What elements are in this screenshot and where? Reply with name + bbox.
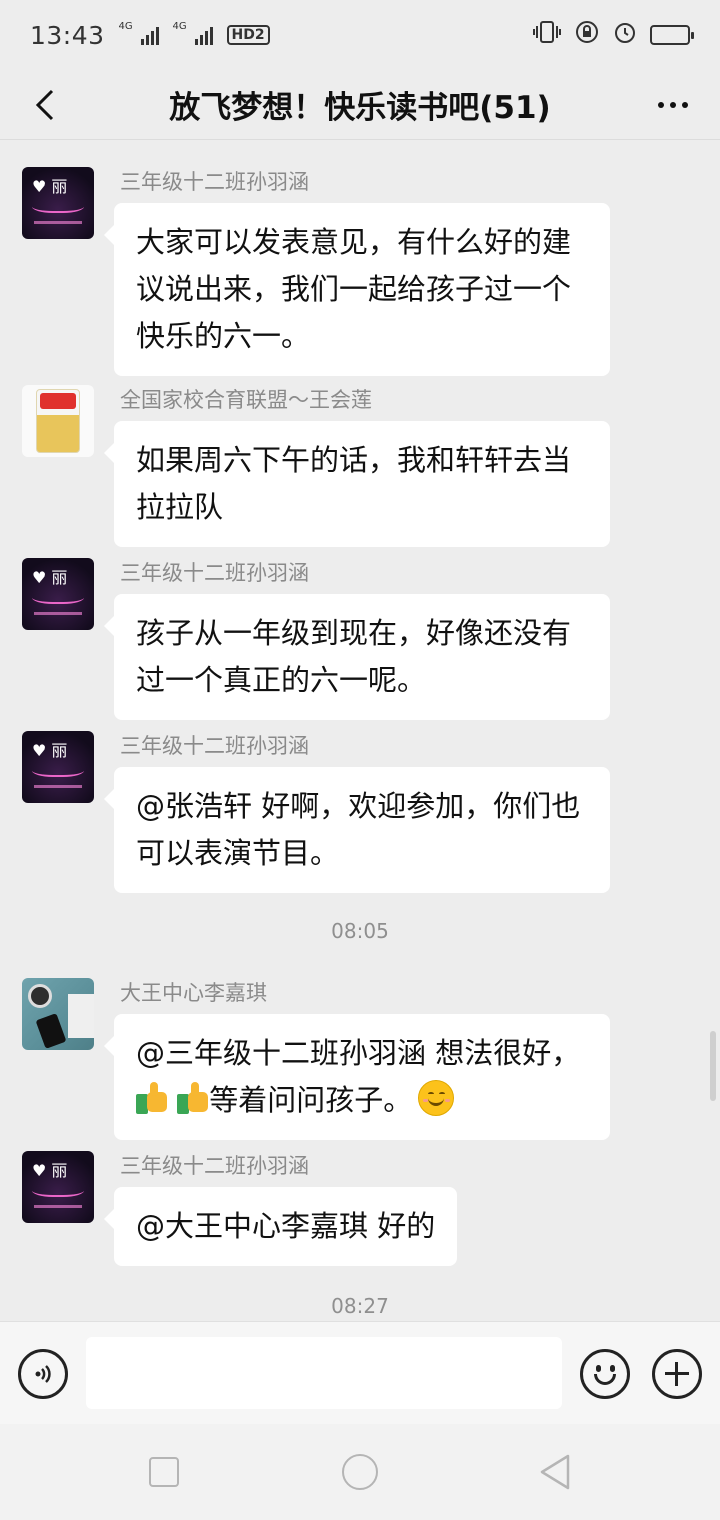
message-bubble[interactable]: @张浩轩 好啊，欢迎参加，你们也 可以表演节目。	[104, 767, 610, 893]
scrollbar[interactable]	[710, 1031, 716, 1101]
emoji-icon[interactable]	[580, 1349, 630, 1399]
message-bubble[interactable]: @三年级十二班孙羽涵 想法很好， 等着问问孩子。	[104, 1014, 610, 1140]
message-text: 大家可以发表意见，有什么好的建	[136, 225, 572, 259]
lock-rotation-icon	[574, 19, 600, 51]
avatar[interactable]: ♥ 丽	[22, 731, 94, 803]
sender-name: 全国家校合育联盟～王会莲	[120, 388, 372, 412]
message-text: 议说出来，我们一起给孩子过一个	[136, 272, 572, 306]
chevron-left-icon[interactable]	[20, 80, 70, 130]
more-dots-icon[interactable]	[648, 80, 698, 130]
message-bubble[interactable]: @大王中心李嘉琪 好的	[103, 1187, 458, 1266]
alarm-icon	[612, 19, 638, 51]
timestamp: 08:27	[331, 1294, 389, 1318]
signal-icon-2: 4G	[173, 21, 213, 45]
sender-name: 三年级十二班孙羽涵	[120, 734, 309, 758]
sender-name: 大王中心李嘉琪	[120, 981, 267, 1005]
home-icon[interactable]	[342, 1454, 378, 1490]
avatar[interactable]	[22, 385, 94, 457]
avatar[interactable]	[22, 978, 94, 1050]
voice-icon[interactable]	[18, 1349, 68, 1399]
message-bubble[interactable]: 大家可以发表意见，有什么好的建 议说出来，我们一起给孩子过一个 快乐的六一。	[104, 203, 610, 376]
sender-name: 三年级十二班孙羽涵	[120, 170, 309, 194]
message-bubble[interactable]: 孩子从一年级到现在，好像还没有 过一个真正的六一呢。	[104, 594, 610, 720]
vibrate-icon	[532, 19, 562, 51]
hd-voice-icon: HD2	[226, 25, 270, 45]
signal-icon: 4G	[119, 21, 159, 45]
sender-name: 三年级十二班孙羽涵	[120, 561, 309, 585]
message-text: 如果周六下午的话，我和轩轩去当	[136, 443, 572, 477]
avatar[interactable]: ♥ 丽	[22, 167, 94, 239]
message-text: 孩子从一年级到现在，好像还没有	[136, 616, 572, 650]
back-icon[interactable]	[538, 1453, 572, 1495]
thumbs-up-icon	[136, 1082, 168, 1114]
message-text: 等着问问孩子。	[209, 1083, 413, 1117]
recent-apps-icon[interactable]	[149, 1457, 179, 1487]
status-bar: 13:43 4G 4G HD2	[0, 0, 720, 70]
message-text-with-emoji: 等着问问孩子。	[136, 1077, 588, 1124]
chat-title: 放飞梦想！快乐读书吧(51)	[169, 90, 551, 126]
message-input[interactable]	[86, 1337, 562, 1409]
avatar[interactable]: ♥ 丽	[22, 1151, 94, 1223]
battery-icon	[650, 25, 694, 45]
message-list[interactable]: ♥ 丽 三年级十二班孙羽涵 大家可以发表意见，有什么好的建 议说出来，我们一起给…	[0, 141, 720, 1321]
sender-name: 三年级十二班孙羽涵	[120, 1154, 309, 1178]
timestamp: 08:05	[331, 919, 389, 943]
input-bar	[0, 1321, 720, 1424]
thumbs-up-icon	[177, 1082, 209, 1114]
plus-icon[interactable]	[652, 1349, 702, 1399]
avatar[interactable]: ♥ 丽	[22, 558, 94, 630]
message-bubble[interactable]: 如果周六下午的话，我和轩轩去当 拉拉队	[104, 421, 610, 547]
message-text: 拉拉队	[136, 490, 224, 524]
message-text: @三年级十二班孙羽涵 想法很好，	[136, 1036, 581, 1070]
message-text: 过一个真正的六一呢。	[136, 663, 427, 697]
status-time: 13:43	[30, 20, 105, 50]
message-text: @张浩轩 好啊，欢迎参加，你们也	[136, 789, 581, 823]
system-navigation-bar	[0, 1424, 720, 1520]
message-text: @大王中心李嘉琪 好的	[136, 1209, 436, 1243]
smile-icon	[418, 1080, 455, 1116]
message-text: 可以表演节目。	[136, 836, 340, 870]
message-text: 快乐的六一。	[136, 319, 311, 353]
chat-header: 放飞梦想！快乐读书吧(51)	[0, 70, 720, 140]
